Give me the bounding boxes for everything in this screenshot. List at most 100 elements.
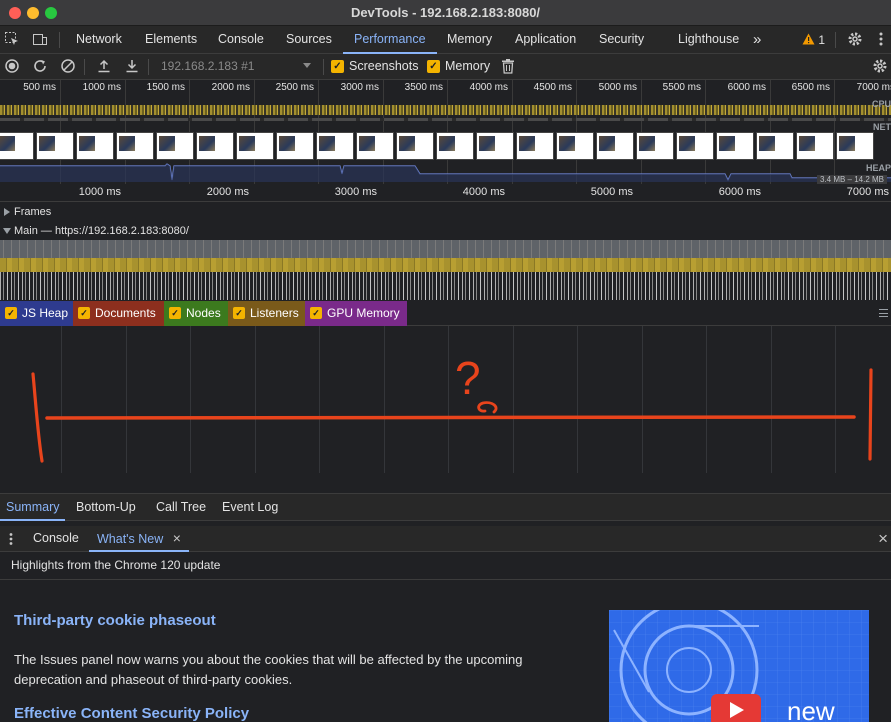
settings-gear-icon[interactable] — [846, 31, 864, 49]
overview-tick-label: 5500 ms — [662, 82, 701, 93]
tab-event-log[interactable]: Event Log — [222, 494, 278, 521]
overview-tick-label: 1500 ms — [146, 82, 185, 93]
screenshot-thumbnail[interactable] — [836, 132, 874, 160]
counters-menu-icon[interactable] — [879, 309, 888, 317]
tab-security[interactable]: Security — [599, 26, 644, 54]
js-heap-checkbox[interactable]: ✓ — [5, 307, 17, 319]
memory-counters-graph[interactable]: ? — [0, 326, 891, 473]
inspect-element-icon[interactable] — [3, 31, 21, 49]
panel-tabbar: Network Elements Console Sources Perform… — [0, 26, 891, 54]
screenshot-thumbnail[interactable] — [476, 132, 514, 160]
save-profile-icon[interactable] — [123, 58, 141, 76]
garbage-collect-icon[interactable] — [499, 58, 517, 76]
overview-tick-label: 6500 ms — [791, 82, 830, 93]
overview-tick-label: 4500 ms — [533, 82, 572, 93]
tab-elements[interactable]: Elements — [145, 26, 197, 54]
screenshot-thumbnail[interactable] — [116, 132, 154, 160]
screenshot-thumbnail[interactable] — [76, 132, 114, 160]
counter-nodes[interactable]: ✓ Nodes — [164, 301, 228, 326]
load-profile-icon[interactable] — [95, 58, 113, 76]
frames-track[interactable]: Frames — [0, 202, 891, 222]
screenshot-thumbnail[interactable] — [196, 132, 234, 160]
drawer-tab-whats-new[interactable]: What's New × — [89, 526, 189, 552]
section-title-csp[interactable]: Effective Content Security Policy — [14, 705, 249, 722]
timeline-tick-label: 3000 ms — [334, 186, 377, 198]
screenshot-thumbnail[interactable] — [276, 132, 314, 160]
nodes-checkbox[interactable]: ✓ — [169, 307, 181, 319]
screenshot-thumbnail[interactable] — [556, 132, 594, 160]
drawer-menu-icon[interactable] — [8, 532, 14, 546]
screenshot-thumbnail[interactable] — [356, 132, 394, 160]
drawer-tabbar: Console What's New × × — [0, 526, 891, 552]
whats-new-promo-image[interactable]: new — [609, 610, 869, 722]
timeline-overview[interactable]: 500 ms 1000 ms 1500 ms 2000 ms 2500 ms 3000 m… — [0, 80, 891, 184]
close-drawer-icon[interactable]: × — [878, 526, 888, 552]
screenshot-thumbnail[interactable] — [396, 132, 434, 160]
screenshot-thumbnail[interactable] — [596, 132, 634, 160]
customize-menu-icon[interactable] — [872, 31, 890, 49]
gpu-memory-checkbox[interactable]: ✓ — [310, 307, 322, 319]
screenshot-thumbnail[interactable] — [796, 132, 834, 160]
chevron-down-icon — [303, 63, 311, 68]
timeline-tick-label: 2000 ms — [206, 186, 249, 198]
cpu-lane-label: CPU — [871, 99, 891, 109]
screenshot-thumbnail[interactable] — [36, 132, 74, 160]
tab-memory[interactable]: Memory — [447, 26, 492, 54]
counter-documents[interactable]: ✓ Documents — [73, 301, 164, 326]
screenshot-thumbnail[interactable] — [436, 132, 474, 160]
screenshot-thumbnail[interactable] — [236, 132, 274, 160]
screenshot-thumbnail[interactable] — [156, 132, 194, 160]
warning-icon — [802, 27, 815, 55]
capture-settings-icon[interactable] — [871, 58, 889, 76]
reload-record-icon[interactable] — [31, 58, 49, 76]
screenshots-checkbox[interactable]: ✓ — [331, 60, 344, 73]
main-thread-flame-chart[interactable] — [0, 240, 891, 300]
tab-application[interactable]: Application — [515, 26, 576, 54]
listeners-checkbox[interactable]: ✓ — [233, 307, 245, 319]
tab-call-tree[interactable]: Call Tree — [156, 494, 206, 521]
drawer-tab-console[interactable]: Console — [33, 526, 79, 552]
more-tabs-button[interactable]: » — [753, 26, 761, 54]
whats-new-highlights: Highlights from the Chrome 120 update — [0, 552, 891, 580]
tab-network[interactable]: Network — [76, 26, 122, 54]
timeline-ruler[interactable]: 1000 ms 2000 ms 3000 ms 4000 ms 5000 ms 6000 … — [0, 184, 891, 202]
overview-tick-label: 2500 ms — [275, 82, 314, 93]
overview-tick-label: 1000 ms — [82, 82, 121, 93]
section-title-cookie-phaseout[interactable]: Third-party cookie phaseout — [14, 612, 216, 629]
warnings-badge[interactable]: 1 — [802, 26, 825, 54]
profile-select[interactable]: 192.168.2.183 #1 — [161, 54, 317, 80]
performance-toolbar: 192.168.2.183 #1 ✓ Screenshots ✓ Memory — [0, 54, 891, 80]
device-toolbar-icon[interactable] — [31, 31, 49, 49]
screenshot-thumbnail[interactable] — [716, 132, 754, 160]
timeline-tick-label: 7000 ms — [846, 186, 889, 198]
screenshot-thumbnail[interactable] — [636, 132, 674, 160]
screenshot-thumbnail[interactable] — [676, 132, 714, 160]
tab-summary[interactable]: Summary — [0, 494, 66, 521]
timeline-tick-label: 5000 ms — [590, 186, 633, 198]
record-icon[interactable] — [3, 58, 21, 76]
overview-tick-label: 500 ms — [23, 82, 56, 93]
tab-bottom-up[interactable]: Bottom-Up — [76, 494, 136, 521]
tab-performance[interactable]: Performance — [343, 26, 437, 54]
memory-checkbox[interactable]: ✓ — [427, 60, 440, 73]
counter-js-heap[interactable]: ✓ JS Heap — [0, 301, 73, 326]
tab-sources[interactable]: Sources — [286, 26, 332, 54]
overview-tick-label: 4000 ms — [469, 82, 508, 93]
screenshot-thumbnail[interactable] — [756, 132, 794, 160]
screenshot-thumbnail[interactable] — [516, 132, 554, 160]
screenshot-thumbnail[interactable] — [316, 132, 354, 160]
counter-gpu-memory[interactable]: ✓ GPU Memory — [305, 301, 407, 326]
tab-console[interactable]: Console — [218, 26, 264, 54]
clear-icon[interactable] — [59, 58, 77, 76]
counter-listeners[interactable]: ✓ Listeners — [228, 301, 305, 326]
overview-tick-label: 3500 ms — [404, 82, 443, 93]
heap-overview-line — [0, 163, 891, 182]
screenshots-filmstrip[interactable] — [0, 132, 891, 160]
main-track-label: Main — https://192.168.2.183:8080/ — [14, 225, 189, 237]
screenshot-thumbnail[interactable] — [0, 132, 34, 160]
memory-label: Memory — [445, 59, 491, 73]
documents-checkbox[interactable]: ✓ — [78, 307, 90, 319]
main-thread-track[interactable]: Main — https://192.168.2.183:8080/ — [0, 222, 891, 240]
close-tab-icon[interactable]: × — [173, 530, 181, 546]
tab-lighthouse[interactable]: Lighthouse — [678, 26, 739, 54]
